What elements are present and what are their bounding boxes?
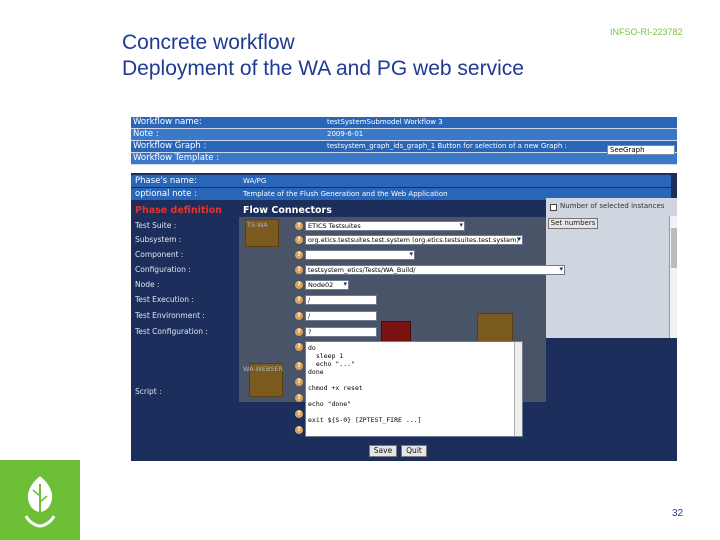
- test-environment-input[interactable]: /: [305, 311, 377, 321]
- testsuite-label: Test Suite :: [135, 221, 177, 230]
- test-configuration-label: Test Configuration :: [135, 327, 208, 336]
- workflow-name-label: Workflow name:: [133, 117, 202, 127]
- project-code: INFSO-RI-223782: [610, 27, 683, 37]
- configuration-label: Configuration :: [135, 265, 191, 274]
- script-label: Script :: [135, 387, 162, 396]
- instances-panel: Number of selected instances Set numbers: [546, 198, 677, 338]
- workflow-graph-row: Workflow Graph : testsystem_graph_ids_gr…: [131, 141, 677, 153]
- help-icon[interactable]: ?: [295, 266, 303, 274]
- workflow-info-table: Workflow name: testSystemSubmodel Workfl…: [131, 117, 677, 165]
- help-icon[interactable]: ?: [295, 394, 303, 402]
- panel-scrollbar-thumb[interactable]: [671, 228, 677, 268]
- help-icon[interactable]: ?: [295, 236, 303, 244]
- help-icon[interactable]: ?: [295, 281, 303, 289]
- help-icon[interactable]: ?: [295, 312, 303, 320]
- workflow-editor-screenshot: Workflow name: testSystemSubmodel Workfl…: [131, 117, 677, 461]
- script-scrollbar[interactable]: [514, 342, 522, 436]
- graph-node-label: TS-WA: [247, 221, 268, 229]
- workflow-name-value: testSystemSubmodel Workflow 3: [327, 118, 443, 126]
- testsuite-select[interactable]: ETICS Testsuites: [305, 221, 465, 231]
- workflow-note-row: Note : 2009-6-01: [131, 129, 677, 141]
- tab-flow-connectors[interactable]: Flow Connectors: [239, 204, 332, 217]
- node-select[interactable]: Node02: [305, 280, 349, 290]
- brand-bar: [0, 460, 80, 540]
- subsystem-select[interactable]: org.etics.testsuites.test.system (org.et…: [305, 235, 523, 245]
- workflow-note-value: 2009-6-01: [327, 130, 364, 138]
- phase-name-value: WA/PG: [243, 177, 267, 185]
- workflow-name-row: Workflow name: testSystemSubmodel Workfl…: [131, 117, 677, 129]
- help-icon[interactable]: ?: [295, 222, 303, 230]
- test-environment-label: Test Environment :: [135, 311, 205, 320]
- help-icon[interactable]: ?: [295, 362, 303, 370]
- help-icon[interactable]: ?: [295, 296, 303, 304]
- phase-name-label: Phase's name:: [135, 176, 197, 186]
- script-textarea[interactable]: do sleep 1 echo "..." done chmod +x rese…: [305, 341, 523, 437]
- help-icon[interactable]: ?: [295, 426, 303, 434]
- help-icon[interactable]: ?: [295, 343, 303, 351]
- tab-phase-definition[interactable]: Phase definition: [131, 204, 239, 217]
- workflow-template-row: Workflow Template :: [131, 153, 677, 165]
- subsystem-label: Subsystem :: [135, 235, 182, 244]
- script-content[interactable]: do sleep 1 echo "..." done chmod +x rese…: [306, 342, 522, 434]
- page-number: 32: [672, 508, 684, 519]
- component-label: Component :: [135, 250, 184, 259]
- test-execution-input[interactable]: /: [305, 295, 377, 305]
- instances-checkbox-label: Number of selected instances: [560, 202, 665, 210]
- graph-node-label: WA-WEBSER: [243, 365, 284, 373]
- slide-title: Concrete workflow Deployment of the WA a…: [122, 30, 642, 82]
- configuration-select[interactable]: testsystem_etics/Tests/WA_Build/: [305, 265, 565, 275]
- workflow-template-label: Workflow Template :: [133, 153, 220, 163]
- graph-select-input[interactable]: SeeGraph: [607, 145, 675, 155]
- slide-title-line-1: Concrete workflow: [122, 31, 295, 54]
- help-icon[interactable]: ?: [295, 328, 303, 336]
- node-label: Node :: [135, 280, 160, 289]
- instances-checkbox[interactable]: [550, 204, 557, 211]
- test-execution-label: Test Execution :: [135, 295, 194, 304]
- leaf-logo-icon: [24, 476, 56, 528]
- phase-editor: Phase's name: WA/PG optional note : Temp…: [131, 173, 677, 461]
- save-button[interactable]: Save: [369, 445, 397, 457]
- graph-node[interactable]: [477, 313, 513, 343]
- phase-name-row: Phase's name: WA/PG: [131, 175, 671, 187]
- workflow-note-label: Note :: [133, 129, 159, 139]
- editor-tabs: Phase definition Flow Connectors: [131, 204, 546, 217]
- panel-scrollbar[interactable]: [669, 216, 677, 338]
- component-select[interactable]: [305, 250, 415, 260]
- help-icon[interactable]: ?: [295, 410, 303, 418]
- phase-note-label: optional note :: [135, 189, 197, 199]
- workflow-graph-label: Workflow Graph :: [133, 141, 207, 151]
- help-icon[interactable]: ?: [295, 378, 303, 386]
- slide-title-line-2: Deployment of the WA and PG web service: [122, 57, 524, 80]
- set-numbers-button[interactable]: Set numbers: [548, 218, 598, 229]
- quit-button[interactable]: Quit: [401, 445, 427, 457]
- test-configuration-input[interactable]: ?: [305, 327, 377, 337]
- help-icon[interactable]: ?: [295, 251, 303, 259]
